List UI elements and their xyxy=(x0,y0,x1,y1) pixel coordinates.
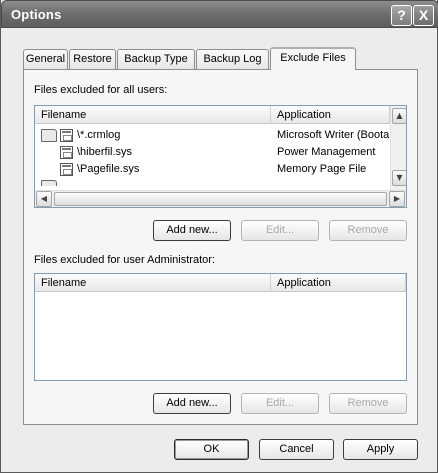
remove-user-admin-button[interactable]: Remove xyxy=(329,393,407,414)
file-icon xyxy=(60,129,73,142)
horizontal-scrollbar[interactable]: ◀ ▶ xyxy=(35,190,406,207)
file-icon xyxy=(60,163,73,176)
cancel-button[interactable]: Cancel xyxy=(259,439,334,460)
exclude-files-panel: Files excluded for all users: Filename A… xyxy=(23,69,418,425)
all-users-list[interactable]: Filename Application \*.crmlog Microsoft… xyxy=(34,105,407,208)
scroll-down-button[interactable]: ▼ xyxy=(392,170,406,186)
apply-button[interactable]: Apply xyxy=(343,439,418,460)
folder-icon xyxy=(41,129,57,142)
tab-backup-type[interactable]: Backup Type xyxy=(117,49,195,69)
all-users-label: Files excluded for all users: xyxy=(34,84,168,96)
chevron-down-icon: ▼ xyxy=(396,173,403,182)
chevron-left-icon: ◀ xyxy=(40,194,48,203)
add-new-all-users-button[interactable]: Add new... xyxy=(153,220,231,241)
user-admin-list[interactable]: Filename Application xyxy=(34,273,407,381)
file-icon xyxy=(60,146,73,159)
options-dialog: Options ? X General Restore Backup Type … xyxy=(0,0,438,473)
application-cell: Power Management xyxy=(277,146,376,158)
folder-icon xyxy=(41,180,57,186)
chevron-right-icon: ▶ xyxy=(393,194,401,203)
tab-restore[interactable]: Restore xyxy=(69,49,116,69)
all-users-list-header: Filename Application xyxy=(35,106,390,124)
column-application[interactable]: Application xyxy=(271,106,390,124)
user-admin-list-header: Filename Application xyxy=(35,274,406,292)
column-filename[interactable]: Filename xyxy=(35,106,271,124)
filename-cell: \hiberfil.sys xyxy=(77,146,133,158)
tab-exclude-files[interactable]: Exclude Files xyxy=(270,47,356,70)
remove-all-users-button[interactable]: Remove xyxy=(329,220,407,241)
application-cell: Microsoft Writer (Boota xyxy=(277,129,390,141)
list-item-partial[interactable] xyxy=(35,178,95,186)
user-admin-label: Files excluded for user Administrator: xyxy=(34,254,215,266)
help-button[interactable]: ? xyxy=(391,5,412,26)
filename-cell: \Pagefile.sys xyxy=(77,163,140,175)
edit-user-admin-button[interactable]: Edit... xyxy=(241,393,319,414)
list-item[interactable]: \*.crmlog Microsoft Writer (Boota xyxy=(35,127,390,144)
column-application[interactable]: Application xyxy=(271,274,406,292)
tab-general[interactable]: General xyxy=(23,49,68,69)
close-icon: X xyxy=(418,7,429,23)
chevron-up-icon: ▲ xyxy=(396,111,403,120)
scroll-left-button[interactable]: ◀ xyxy=(36,191,52,207)
close-button[interactable]: X xyxy=(413,5,434,26)
edit-all-users-button[interactable]: Edit... xyxy=(241,220,319,241)
vertical-scrollbar[interactable]: ▲ ▼ xyxy=(390,106,406,190)
horizontal-scroll-thumb[interactable] xyxy=(54,192,387,206)
window-title: Options xyxy=(11,7,62,22)
tab-backup-log[interactable]: Backup Log xyxy=(196,49,269,69)
filename-cell: \*.crmlog xyxy=(77,129,121,141)
column-filename[interactable]: Filename xyxy=(35,274,271,292)
scroll-up-button[interactable]: ▲ xyxy=(392,108,406,124)
ok-button[interactable]: OK xyxy=(174,439,249,460)
application-cell: Memory Page File xyxy=(277,163,367,175)
list-item[interactable]: \Pagefile.sys Memory Page File xyxy=(35,161,390,178)
list-item[interactable]: \hiberfil.sys Power Management xyxy=(35,144,390,161)
scroll-right-button[interactable]: ▶ xyxy=(389,191,405,207)
add-new-user-admin-button[interactable]: Add new... xyxy=(153,393,231,414)
help-icon: ? xyxy=(397,7,406,23)
title-bar[interactable]: Options ? X xyxy=(1,0,438,28)
